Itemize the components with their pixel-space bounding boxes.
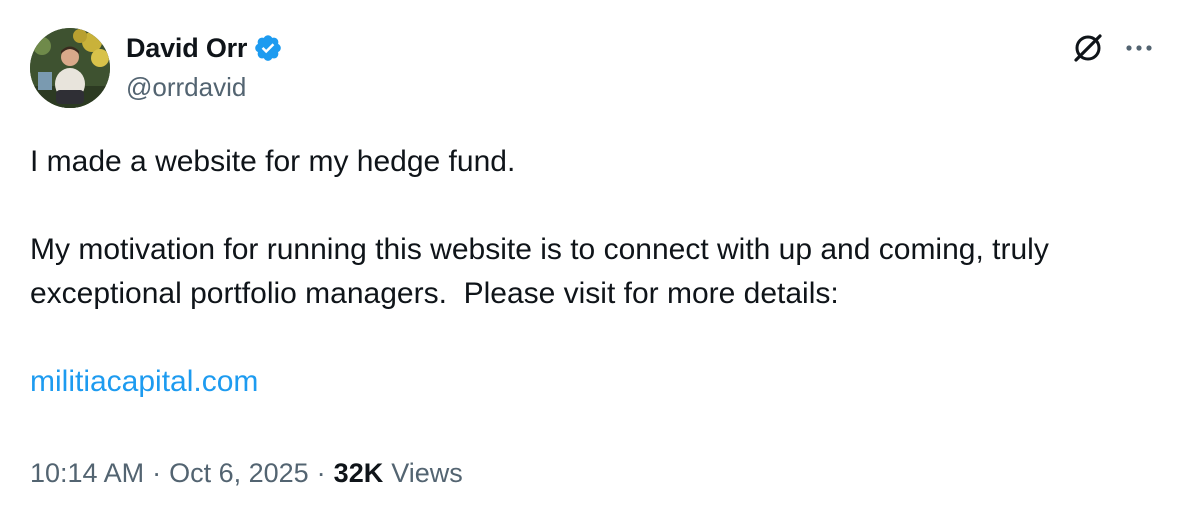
author-handle[interactable]: @orrdavid — [126, 72, 246, 103]
author-name-row: David Orr — [126, 30, 283, 66]
verified-badge-icon[interactable] — [253, 33, 283, 63]
tweet-link[interactable]: militiacapital.com — [30, 365, 258, 398]
tweet-text-line-1: I made a website for my hedge fund. — [30, 145, 516, 178]
tweet-text: I made a website for my hedge fund. My m… — [30, 140, 1170, 404]
grok-icon[interactable] — [1071, 31, 1105, 65]
more-options-icon[interactable] — [1122, 38, 1158, 58]
tweet-text-line-2: My motivation for running this website i… — [30, 233, 1058, 310]
meta-separator: · — [316, 458, 326, 488]
views-count[interactable]: 32K — [334, 458, 384, 489]
tweet-time[interactable]: 10:14 AM — [30, 458, 144, 489]
meta-separator: · — [152, 458, 162, 488]
tweet-date[interactable]: Oct 6, 2025 — [169, 458, 309, 489]
tweet-meta: 10:14 AM · Oct 6, 2025 · 32K Views — [30, 458, 463, 489]
tweet-card: David Orr @orrdavid I made a website for… — [0, 0, 1190, 520]
avatar[interactable] — [30, 28, 110, 108]
author-display-name[interactable]: David Orr — [126, 33, 247, 64]
views-label: Views — [391, 458, 463, 488]
